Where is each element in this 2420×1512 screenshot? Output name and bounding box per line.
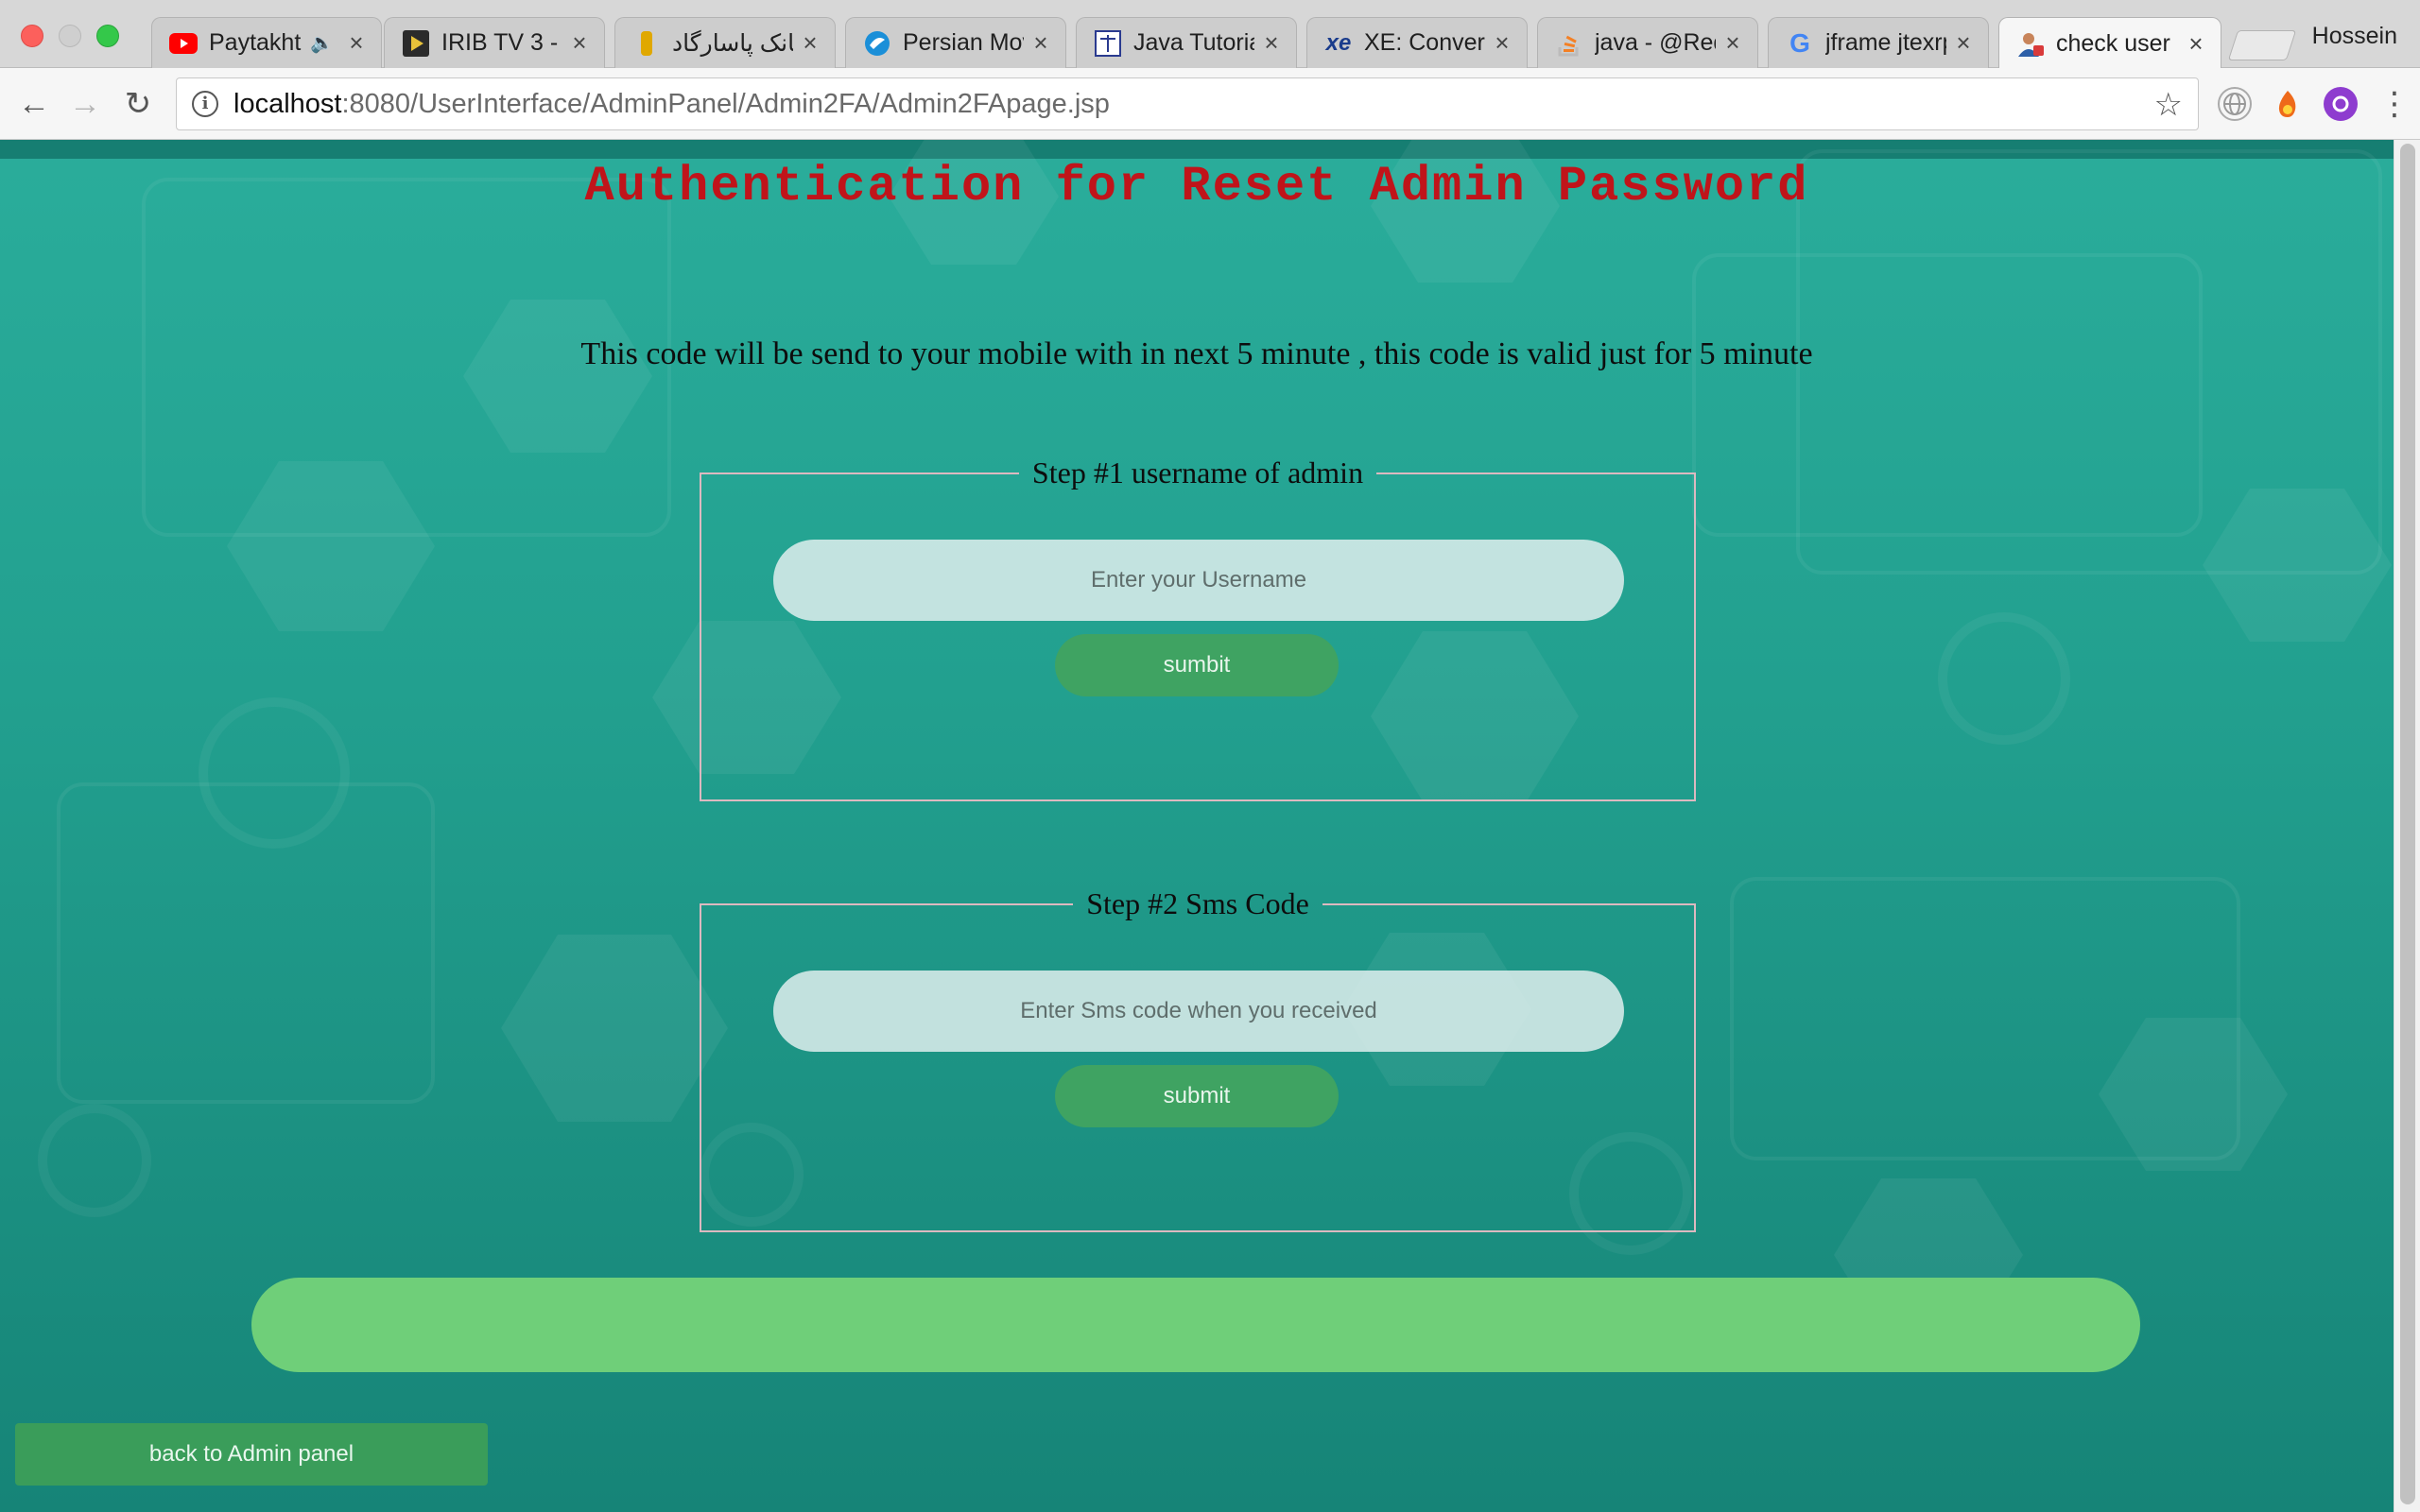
pasargad-icon xyxy=(632,29,661,58)
username-submit-button[interactable]: sumbit xyxy=(1055,634,1339,696)
tab-title: IRIB TV 3 - · xyxy=(441,29,562,56)
url-text: localhost:8080/UserInterface/AdminPanel/… xyxy=(233,89,1110,120)
page-title: Authentication for Reset Admin Password xyxy=(584,159,1809,215)
new-tab-button[interactable] xyxy=(2227,30,2297,60)
close-tab-icon[interactable]: × xyxy=(1721,28,1744,58)
close-tab-icon[interactable]: × xyxy=(345,28,368,58)
tab-title: Paytakht xyxy=(209,29,302,56)
decor-circuit-line xyxy=(57,782,435,1104)
user-icon xyxy=(2016,30,2045,59)
youtube-icon xyxy=(169,29,198,58)
tab-title: بانک پاسارگاد :: xyxy=(672,29,793,57)
tab-title: Java Tutoria xyxy=(1133,29,1254,56)
step1-legend: Step #1 username of admin xyxy=(1031,455,1364,490)
step2-legend: Step #2 Sms Code xyxy=(1086,886,1309,920)
profile-name[interactable]: Hossein xyxy=(2312,23,2397,50)
bookmark-star-icon[interactable]: ☆ xyxy=(2154,86,2183,124)
close-tab-icon[interactable]: × xyxy=(1029,28,1052,58)
step2-sms-code-group: Step #2 Sms Code submit xyxy=(700,886,1696,1232)
tab-xe-convert[interactable]: xe XE: Convert × xyxy=(1306,17,1528,68)
info-icon[interactable]: i xyxy=(192,91,218,117)
tab-title: jframe jtexrp xyxy=(1825,29,1946,56)
back-arrow-icon[interactable]: ← xyxy=(15,85,53,123)
vertical-scrollbar[interactable] xyxy=(2394,140,2420,1512)
flame-extension-icon[interactable] xyxy=(2271,87,2305,121)
forward-arrow-icon[interactable]: → xyxy=(66,85,104,123)
code-notice-text: This code will be send to your mobile wi… xyxy=(580,336,1813,371)
speaker-icon[interactable]: 🔈 xyxy=(310,31,334,55)
browser-toolbar: ← → ↻ i localhost:8080/UserInterface/Adm… xyxy=(0,68,2420,140)
close-tab-icon[interactable]: × xyxy=(1952,28,1975,58)
scrollbar-thumb[interactable] xyxy=(2400,144,2415,1504)
reload-icon[interactable]: ↻ xyxy=(119,85,157,123)
bird-icon xyxy=(863,29,891,58)
close-tab-icon[interactable]: × xyxy=(1260,28,1283,58)
tab-title: Persian Mov xyxy=(903,29,1024,56)
tab-stackoverflow[interactable]: java - @Req × xyxy=(1537,17,1758,68)
decor-gear xyxy=(1938,612,2070,745)
decor-gear xyxy=(38,1104,151,1217)
url-path: :8080/UserInterface/AdminPanel/Admin2FA/… xyxy=(341,88,1110,119)
google-icon: G xyxy=(1789,27,1810,58)
sms-code-submit-button[interactable]: submit xyxy=(1055,1065,1339,1127)
tab-paytakht[interactable]: Paytakht 🔈 × xyxy=(151,17,382,68)
close-tab-icon[interactable]: × xyxy=(568,28,591,58)
url-host: localhost xyxy=(233,88,342,119)
minimize-window-button[interactable] xyxy=(59,25,81,47)
tab-title: java - @Req xyxy=(1595,29,1716,56)
tab-pasargad[interactable]: بانک پاسارگاد :: × xyxy=(614,17,836,68)
close-tab-icon[interactable]: × xyxy=(799,28,821,58)
tab-check-user[interactable]: check user × xyxy=(1998,17,2221,70)
address-bar[interactable]: i localhost:8080/UserInterface/AdminPane… xyxy=(176,77,2199,130)
close-window-button[interactable] xyxy=(21,25,43,47)
scales-icon xyxy=(1094,29,1122,58)
page-viewport: Authentication for Reset Admin Password … xyxy=(0,140,2394,1512)
globe-extension-icon[interactable] xyxy=(2218,87,2252,121)
tab-persian-movies[interactable]: Persian Mov × xyxy=(845,17,1066,68)
tab-java-tutorial[interactable]: Java Tutoria × xyxy=(1076,17,1297,68)
xe-icon: xe xyxy=(1325,29,1352,56)
close-tab-icon[interactable]: × xyxy=(1491,28,1513,58)
username-input[interactable] xyxy=(773,540,1624,621)
tab-irib[interactable]: IRIB TV 3 - · × xyxy=(384,17,605,68)
tab-strip: Paytakht 🔈 × IRIB TV 3 - · × بانک پاسارگ… xyxy=(0,0,2420,70)
maximize-window-button[interactable] xyxy=(96,25,119,47)
step1-username-group: Step #1 username of admin sumbit xyxy=(700,455,1696,801)
result-message-bar xyxy=(251,1278,2140,1372)
sms-code-input[interactable] xyxy=(773,971,1624,1052)
back-to-admin-panel-button[interactable]: back to Admin panel xyxy=(15,1423,488,1486)
play-icon xyxy=(402,29,430,58)
tab-title: XE: Convert xyxy=(1364,29,1485,56)
stackoverflow-icon xyxy=(1555,29,1583,58)
decor-circuit-line xyxy=(1730,877,2240,1160)
vpn-extension-icon[interactable] xyxy=(2324,87,2358,121)
tab-google-search[interactable]: G jframe jtexrp × xyxy=(1768,17,1989,68)
tab-title: check user xyxy=(2056,30,2170,57)
close-tab-icon[interactable]: × xyxy=(2185,29,2207,59)
browser-menu-icon[interactable]: ⋮ xyxy=(2378,87,2411,121)
decor-hexagon xyxy=(501,935,728,1122)
